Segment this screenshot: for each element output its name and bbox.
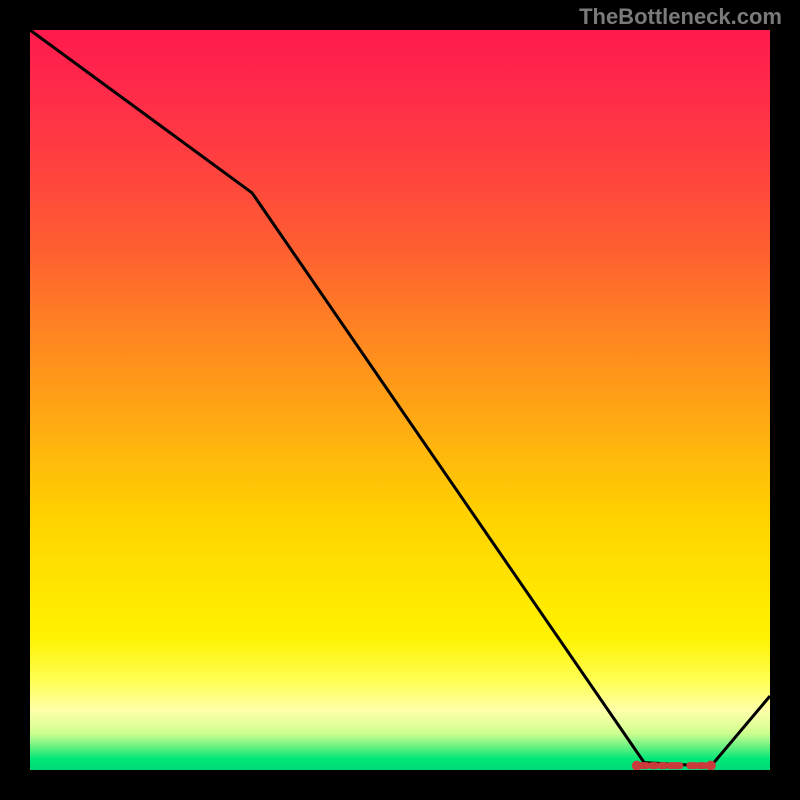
chart-svg bbox=[30, 30, 770, 770]
marker-dot bbox=[632, 761, 642, 770]
chart-root: TheBottleneck.com bbox=[0, 0, 800, 800]
attribution-text: TheBottleneck.com bbox=[579, 4, 782, 30]
plot-area bbox=[30, 30, 770, 770]
chart-line-group bbox=[30, 30, 770, 766]
chart-line bbox=[30, 30, 770, 766]
